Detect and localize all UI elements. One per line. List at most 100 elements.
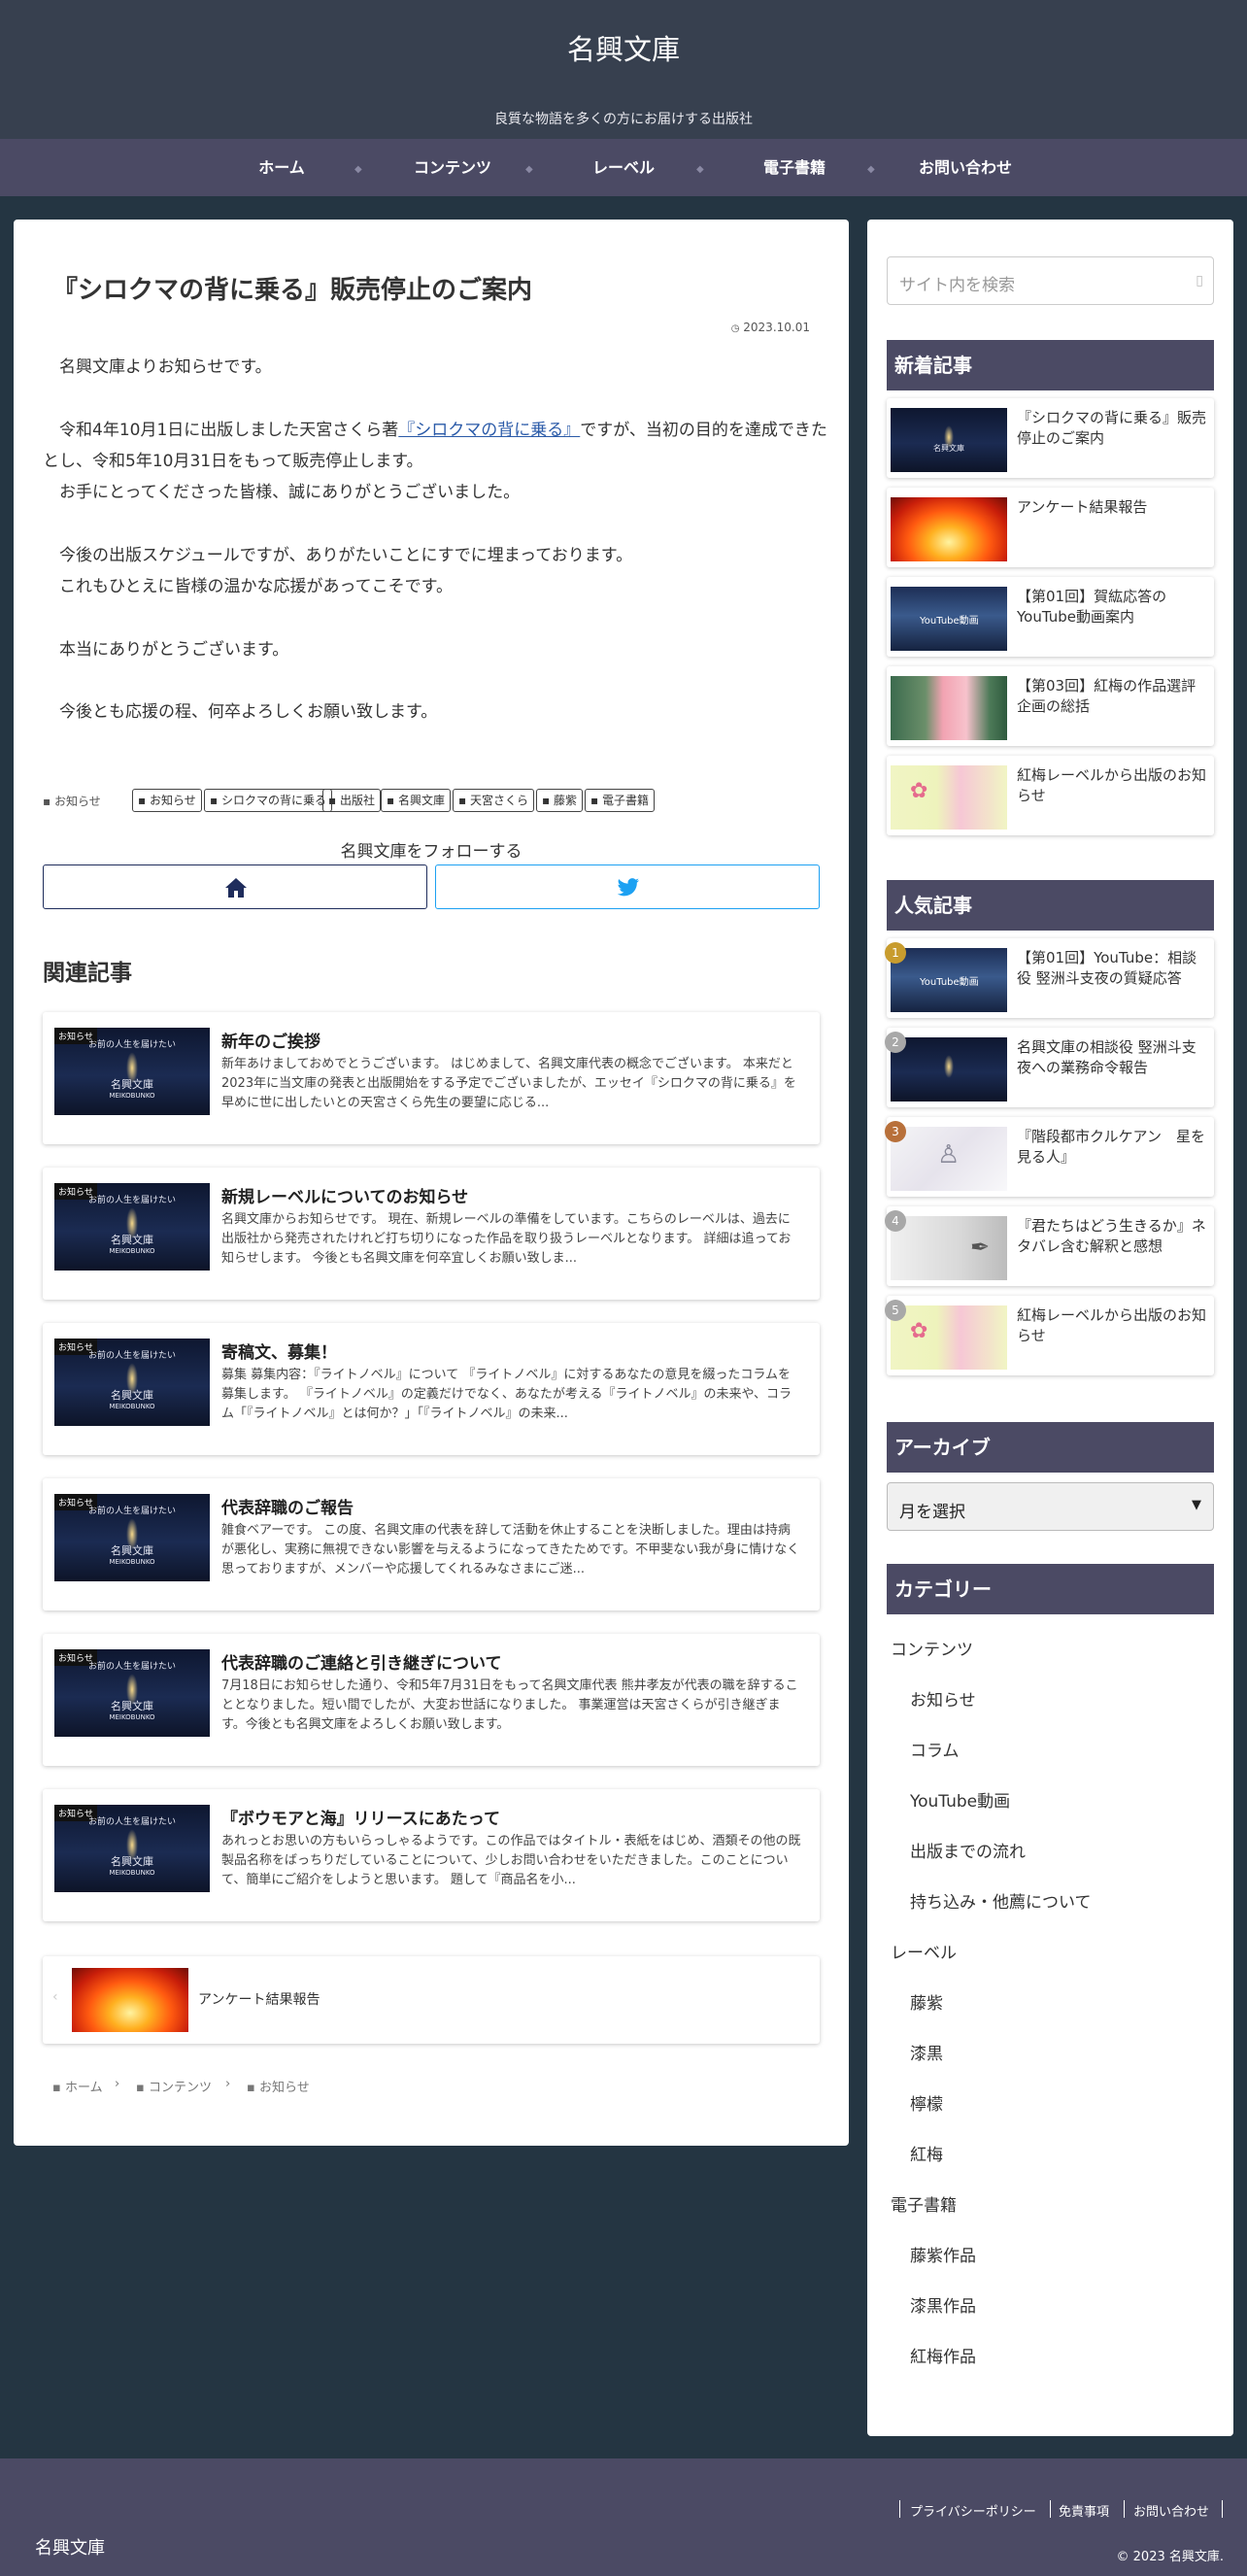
search-icon[interactable]: ▯ [1196,273,1203,288]
breadcrumb-home[interactable]: ▪ ホーム [52,2077,103,2095]
popular-post-title: 『階段都市クルケアン 星を見る人』 [1017,1128,1205,1166]
chevron-left-icon: ‹ [52,1989,58,2005]
nav-item-ebooks[interactable]: 電子書籍 [712,139,877,196]
category-link[interactable]: 藤紫作品 [910,2242,976,2266]
footer-divider [1050,2500,1051,2518]
related-excerpt: 雑食ベアーです。 この度、名興文庫の代表を辞して活動を休止することを決断しました… [221,1523,800,1576]
category-link[interactable]: コンテンツ [891,1636,973,1660]
nav-separator-icon: ◆ [867,164,875,175]
footer-link-disclaimer[interactable]: 免責事項 [1059,2501,1109,2520]
footer-divider [1124,2500,1125,2518]
related-card[interactable]: お知らせ お前の人生を届けたい 名興文庫 MEIKOBUNKO 代表辞職のご連絡… [43,1634,820,1766]
breadcrumb-news[interactable]: ▪ お知らせ [247,2077,310,2095]
new-post-item[interactable]: YouTube動画 【第01回】賀紘応答のYouTube動画案内 [887,577,1214,657]
follow-home-button[interactable] [43,864,427,909]
category-link[interactable]: 紅梅 [910,2141,943,2165]
new-post-item[interactable]: 名興文庫 『シロクマの背に乗る』販売停止のご案内 [887,398,1214,478]
footer-link-contact[interactable]: お問い合わせ [1133,2501,1209,2520]
new-post-item[interactable]: アンケート結果報告 [887,488,1214,567]
new-post-item[interactable]: 【第03回】紅梅の作品選評企画の総括 [887,666,1214,746]
related-title: 代表辞職のご連絡と引き継ぎについて [221,1654,502,1674]
category-link[interactable]: お知らせ [910,1686,976,1711]
search-input[interactable]: サイト内を検索 ▯ [887,256,1214,305]
archive-select-value: 月を選択 [899,1503,965,1522]
tag-link[interactable]: ▪ 藤紫 [536,789,583,812]
category-link[interactable]: 檸檬 [910,2090,943,2115]
main-content: 『シロクマの背に乗る』販売停止のご案内 ◷ 2023.10.01 名興文庫よりお… [14,220,849,2146]
related-title: 新規レーベルについてのお知らせ [221,1188,469,1207]
related-card[interactable]: お知らせ お前の人生を届けたい 名興文庫 MEIKOBUNKO 寄稿文、募集！ … [43,1323,820,1455]
category-link[interactable]: 藤紫 [910,1989,943,2014]
related-card[interactable]: お知らせ お前の人生を届けたい 名興文庫 MEIKOBUNKO 新年のご挨拶 新… [43,1012,820,1144]
site-footer: プライバシーポリシー 免責事項 お問い合わせ 名興文庫 © 2023 名興文庫. [0,2458,1247,2576]
nav-item-labels[interactable]: レーベル [541,139,706,196]
post-thumbnail: ✿ [891,1305,1007,1370]
pen-icon: ✒ [970,1234,991,1261]
next-post-title: アンケート結果報告 [198,1992,320,2008]
related-excerpt: あれっとお思いの方もいらっしゃるようです。この作品ではタイトル・表紙をはじめ、酒… [221,1834,801,1887]
tag-link[interactable]: ▪ シロクマの背に乗る [204,789,332,812]
category-link[interactable]: 漆黒 [910,2040,943,2064]
breadcrumb-contents[interactable]: ▪ コンテンツ [136,2077,212,2095]
nav-item-contents[interactable]: コンテンツ [370,139,535,196]
popular-post-item[interactable]: 4 ✒ 『君たちはどう生きるか』ネタバレ含む解釈と感想 [885,1206,1214,1286]
category-link[interactable]: 出版までの流れ [910,1838,1026,1862]
twitter-icon [617,878,639,897]
next-post-card[interactable]: ‹ アンケート結果報告 [43,1956,820,2044]
popular-post-item[interactable]: 3 ♙ 『階段都市クルケアン 星を見る人』 [885,1117,1214,1197]
new-post-item[interactable]: ✿ 紅梅レーベルから出版のお知らせ [887,756,1214,835]
related-excerpt: 名興文庫からお知らせです。 現在、新規レーベルの準備をしています。こちらのレーベ… [221,1212,792,1266]
footer-logo[interactable]: 名興文庫 [35,2534,105,2559]
popular-post-title: 【第01回】YouTube：相談役 竪洲斗支夜の質疑応答 [1017,949,1197,987]
figure-icon: ♙ [937,1140,961,1169]
book-link[interactable]: 『シロクマの背に乗る』 [398,421,580,440]
site-header: 名興文庫 良質な物語を多くの方にお届けする出版社 [0,0,1247,139]
nav-separator-icon: ◆ [525,164,533,175]
follow-twitter-button[interactable] [435,864,820,909]
popular-post-item[interactable]: 5 ✿ 紅梅レーベルから出版のお知らせ [885,1296,1214,1375]
article-paragraph: 今後とも応援の程、何卒よろしくお願い致します。 [59,702,438,722]
footer-link-privacy[interactable]: プライバシーポリシー [910,2501,1036,2520]
archive-select[interactable]: 月を選択 ▼ [887,1482,1214,1531]
category-link[interactable]: 紅梅作品 [910,2343,976,2367]
related-title: 新年のご挨拶 [221,1033,320,1052]
category-title: カテゴリー [887,1564,1214,1614]
category-link[interactable]: YouTube動画 [910,1787,1010,1812]
tag-link[interactable]: ▪ 天宮さくら [453,789,534,812]
post-thumbnail: 名興文庫 [891,408,1007,472]
popular-post-item[interactable]: 1 YouTube動画 【第01回】YouTube：相談役 竪洲斗支夜の質疑応答 [885,938,1214,1018]
related-title: 寄稿文、募集！ [221,1343,337,1363]
post-date: ◷ 2023.10.01 [730,321,810,334]
category-link[interactable]: レーベル [891,1939,957,1963]
tag-link[interactable]: ▪ 出版社 [322,789,381,812]
post-category[interactable]: ▪ お知らせ [43,793,101,809]
category-link[interactable]: 漆黒作品 [910,2292,976,2317]
plum-flower-icon: ✿ [910,1319,928,1343]
related-card[interactable]: お知らせ お前の人生を届けたい 名興文庫 MEIKOBUNKO 新規レーベルにつ… [43,1168,820,1300]
related-title: 代表辞職のご報告 [221,1499,354,1518]
related-card[interactable]: お知らせ お前の人生を届けたい 名興文庫 MEIKOBUNKO 『ボウモアと海』… [43,1789,820,1921]
site-title[interactable]: 名興文庫 [0,27,1247,68]
popular-post-item[interactable]: 2 名興文庫の相談役 竪洲斗支夜への業務命令報告 [885,1028,1214,1107]
related-card[interactable]: お知らせ お前の人生を届けたい 名興文庫 MEIKOBUNKO 代表辞職のご報告… [43,1478,820,1610]
category-link[interactable]: コラム [910,1737,960,1761]
rank-badge: 1 [885,942,906,964]
article-paragraph: 名興文庫よりお知らせです。 [59,357,272,377]
category-link[interactable]: 持ち込み・他薦について [910,1888,1092,1913]
popular-post-title: 紅梅レーベルから出版のお知らせ [1017,1306,1207,1344]
popular-post-title: 名興文庫の相談役 竪洲斗支夜への業務命令報告 [1017,1038,1196,1076]
related-excerpt: 新年あけましておめでとうございます。 はじめまして、名興文庫代表の概念でございま… [221,1057,796,1110]
post-thumbnail [891,676,1007,740]
post-thumbnail [891,497,1007,561]
post-thumbnail: YouTube動画 [891,948,1007,1012]
tag-link[interactable]: ▪ 電子書籍 [585,789,655,812]
article-paragraph: 本当にありがとうございます。 [59,640,289,660]
related-title: 『ボウモアと海』リリースにあたって [221,1810,500,1829]
tag-link[interactable]: ▪ 名興文庫 [381,789,451,812]
post-thumbnail: ♙ [891,1127,1007,1191]
nav-item-contact[interactable]: お問い合わせ [883,139,1048,196]
nav-item-home[interactable]: ホーム [199,139,364,196]
tag-link[interactable]: ▪ お知らせ [132,789,202,812]
category-link[interactable]: 電子書籍 [891,2191,957,2216]
follow-title: 名興文庫をフォローする [340,842,522,862]
